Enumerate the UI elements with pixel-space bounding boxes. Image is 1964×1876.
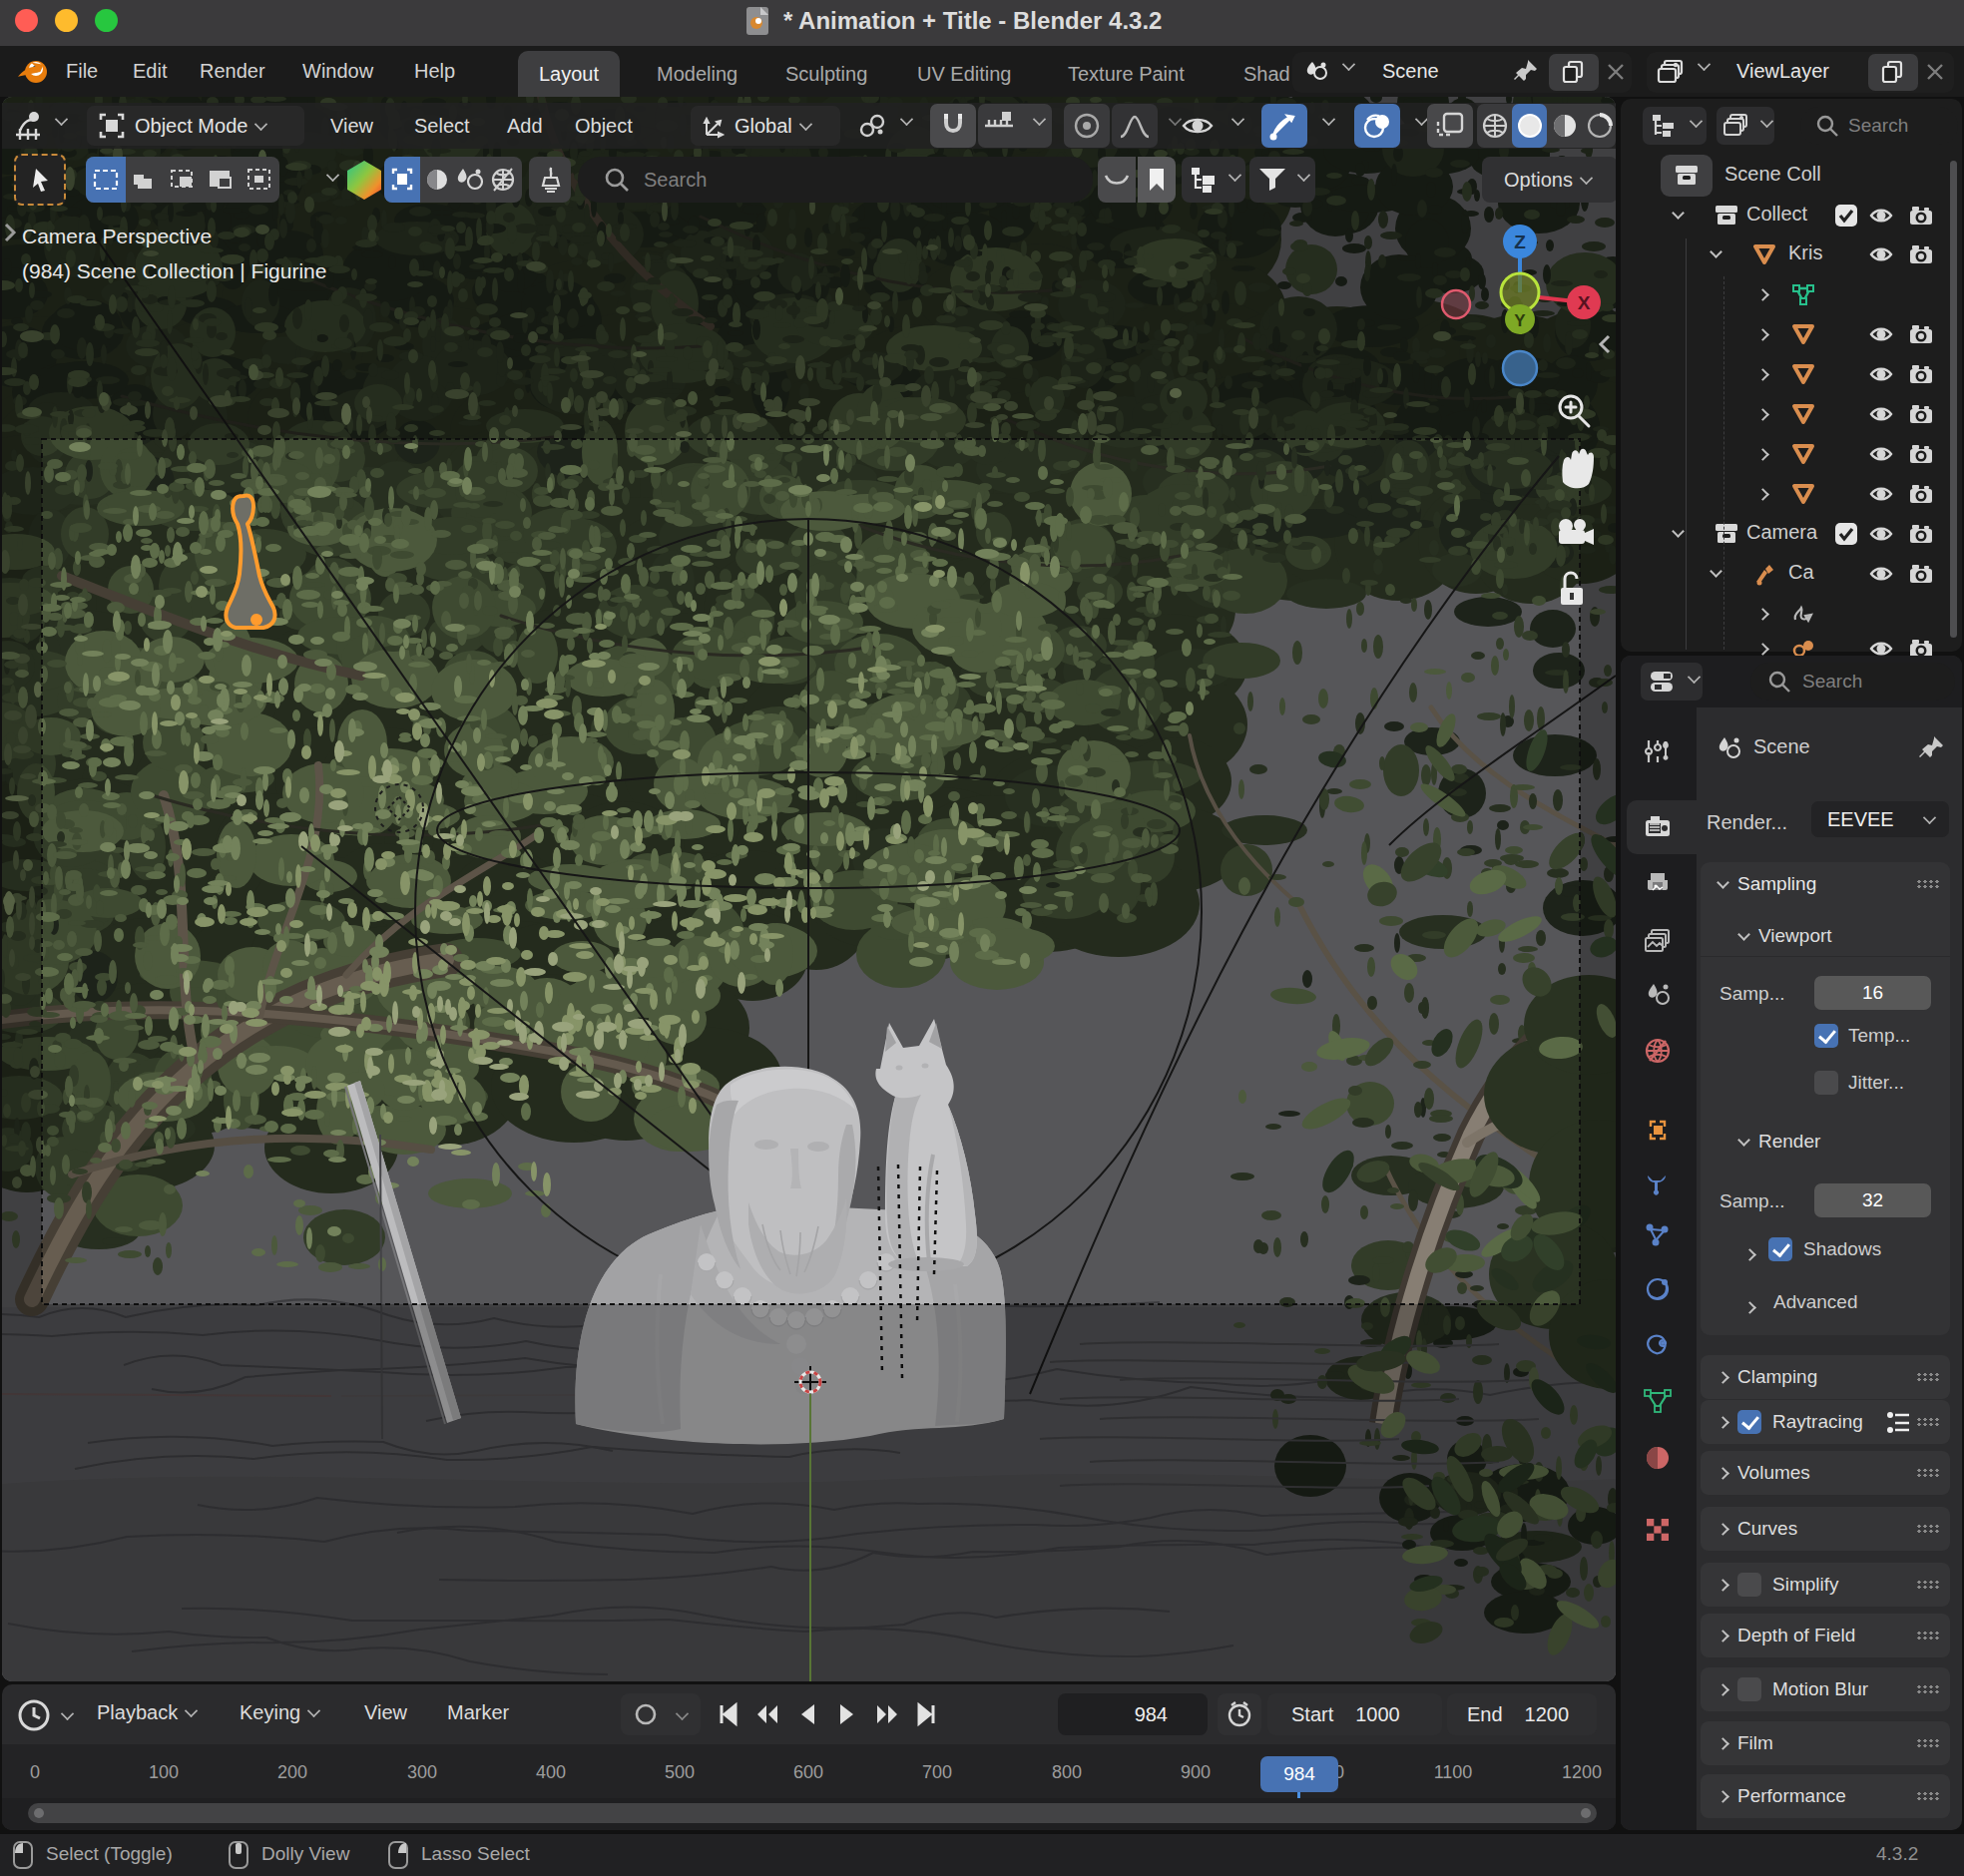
svg-text:Y: Y (1514, 311, 1526, 330)
svg-text:Camera Perspective: Camera Perspective (22, 225, 212, 247)
svg-text:Z: Z (1514, 232, 1526, 252)
svg-text:(984) Scene Collection | Figur: (984) Scene Collection | Figurine (22, 259, 326, 282)
svg-text:X: X (1578, 292, 1591, 313)
